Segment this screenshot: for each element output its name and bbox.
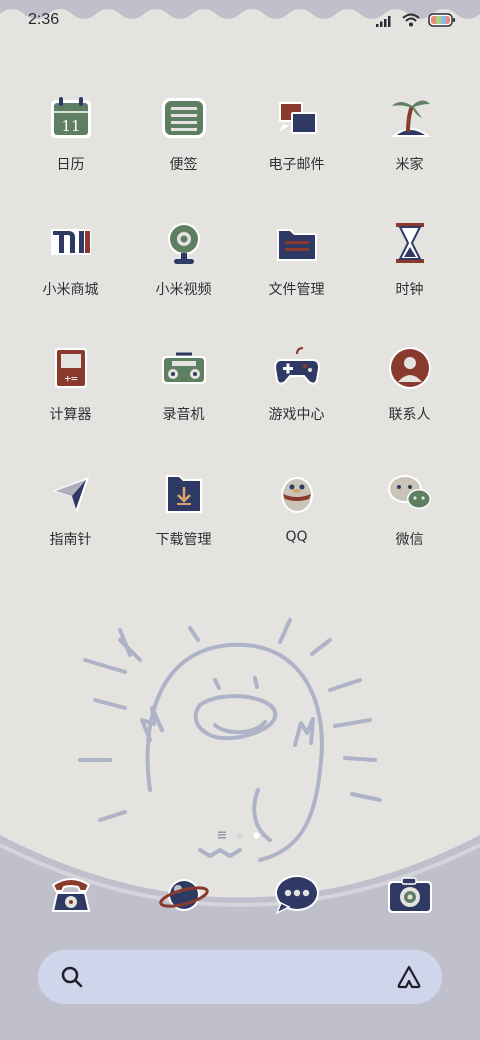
folder-icon [269,215,325,271]
svg-text:11: 11 [61,117,80,135]
app-label: 计算器 [49,407,92,423]
app-label: 小米商城 [42,282,99,298]
app-contacts[interactable]: 联系人 [353,340,466,465]
calculator-icon: += [43,340,99,396]
planet-browser-icon [156,867,212,923]
qq-penguin-icon [269,465,325,521]
app-compass[interactable]: 指南针 [14,465,127,590]
app-label: 电子邮件 [268,157,325,173]
app-game-center[interactable]: 游戏中心 [240,340,353,465]
app-label: 日历 [56,157,85,173]
app-label: 指南针 [49,532,92,548]
app-calculator[interactable]: += 计算器 [14,340,127,465]
wechat-icon [382,465,438,521]
app-download-manager[interactable]: 下载管理 [127,465,240,590]
app-email[interactable]: 电子邮件 [240,90,353,215]
notes-icon [156,90,212,146]
dock [14,865,466,925]
wifi-icon [402,12,420,31]
app-label: 游戏中心 [268,407,325,423]
app-qq[interactable]: QQ [240,465,353,590]
dock-phone[interactable] [14,865,127,925]
compass-arrow-icon [43,465,99,521]
app-label: QQ [285,529,308,545]
battery-icon [428,12,456,31]
app-label: 联系人 [388,407,431,423]
mijia-palm-icon [382,90,438,146]
contact-avatar-icon [382,340,438,396]
app-mijia[interactable]: 米家 [353,90,466,215]
app-label: 米家 [395,157,424,173]
app-mi-video[interactable]: 小米视频 [127,215,240,340]
page-dot-menu [218,824,226,843]
svg-text:+=: += [64,372,78,385]
signal-icon [376,12,394,31]
dock-camera[interactable] [353,865,466,925]
app-label: 时钟 [395,282,424,298]
app-notes[interactable]: 便签 [127,90,240,215]
gamepad-icon [269,340,325,396]
hourglass-icon [382,215,438,271]
app-clock[interactable]: 时钟 [353,215,466,340]
app-mi-store[interactable]: 小米商城 [14,215,127,340]
app-calendar[interactable]: 11 日历 [14,90,127,215]
page-dot [236,824,243,843]
page-dot-active [253,824,260,843]
app-label: 文件管理 [268,282,325,298]
camera-icon [382,867,438,923]
rotary-phone-icon [43,867,99,923]
app-grid: 11 日历 便签 电子邮件 米家 小米商城 小米视频 文件管理 时钟 += 计算… [14,90,466,590]
mi-store-icon [43,215,99,271]
search-icon[interactable] [60,965,84,993]
email-icon [269,90,325,146]
dock-browser[interactable] [127,865,240,925]
calendar-icon: 11 [43,90,99,146]
app-wechat[interactable]: 微信 [353,465,466,590]
download-folder-icon [156,465,212,521]
status-time: 2:36 [28,11,60,28]
webcam-video-icon [156,215,212,271]
app-files[interactable]: 文件管理 [240,215,353,340]
search-bar[interactable] [38,950,442,1004]
dock-messages[interactable] [240,865,353,925]
status-bar: 2:36 [0,0,480,40]
app-label: 录音机 [162,407,205,423]
app-recorder[interactable]: 录音机 [127,340,240,465]
message-bubble-icon [269,867,325,923]
app-label: 小米视频 [155,282,212,298]
recorder-radio-icon [156,340,212,396]
app-label: 微信 [395,532,424,548]
app-label: 下载管理 [155,532,212,548]
page-indicator[interactable] [218,824,260,843]
assistant-triangle-icon[interactable] [396,964,422,994]
app-label: 便签 [169,157,198,173]
